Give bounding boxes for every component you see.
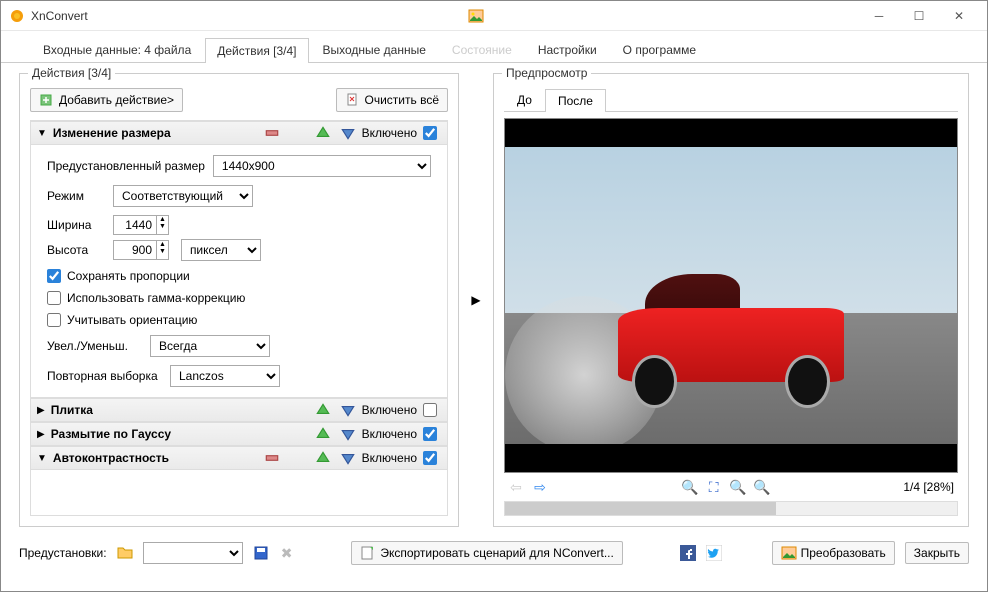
- prev-image-icon[interactable]: ⇦: [508, 479, 524, 495]
- add-icon: [39, 92, 55, 108]
- height-spinner[interactable]: ▲▼: [113, 240, 169, 260]
- preview-panel-title: Предпросмотр: [502, 66, 591, 80]
- convert-icon: [781, 545, 797, 561]
- preview-thumb-icon[interactable]: [468, 8, 484, 24]
- export-icon: [360, 545, 376, 561]
- width-spinner[interactable]: ▲▼: [113, 215, 169, 235]
- export-button[interactable]: Экспортировать сценарий для NConvert...: [351, 541, 623, 565]
- remove-action-icon[interactable]: [264, 125, 280, 141]
- resample-select[interactable]: Lanczos: [170, 365, 280, 387]
- main-tabs: Входные данные: 4 файла Действия [3/4] В…: [1, 31, 987, 63]
- height-label: Высота: [47, 243, 105, 257]
- move-up-icon[interactable]: [315, 450, 331, 466]
- clear-all-button[interactable]: Очистить всё: [336, 88, 448, 112]
- presets-select[interactable]: [143, 542, 243, 564]
- convert-button[interactable]: Преобразовать: [772, 541, 895, 565]
- unit-select[interactable]: пиксел: [181, 239, 261, 261]
- actions-list: ▼ Изменение размера Включено Предустанов…: [30, 120, 448, 516]
- mode-select[interactable]: Соответствующий: [113, 185, 253, 207]
- move-up-icon[interactable]: [315, 426, 331, 442]
- collapse-icon: ▼: [37, 128, 47, 139]
- clear-icon: [345, 92, 361, 108]
- preset-label: Предустановленный размер: [47, 159, 205, 173]
- collapse-icon: ▼: [37, 453, 47, 464]
- preview-toolbar: ⇦ ⇨ 🔍 ⛶ 🔍 🔍 1/4 [28%]: [504, 473, 958, 501]
- folder-icon[interactable]: [117, 545, 133, 561]
- twitter-icon[interactable]: [706, 545, 722, 561]
- next-image-icon[interactable]: ⇨: [532, 479, 548, 495]
- expand-icon: ▶: [37, 429, 45, 440]
- preview-panel: Предпросмотр До После ⇦ ⇨: [493, 73, 969, 527]
- zoom-in-icon[interactable]: 🔍: [682, 479, 698, 495]
- orientation-checkbox[interactable]: [47, 313, 61, 327]
- actions-panel: Действия [3/4] Добавить действие> Очисти…: [19, 73, 459, 527]
- action-gauss-header[interactable]: ▶ Размытие по Гауссу Включено: [31, 422, 447, 446]
- delete-preset-icon[interactable]: ✖: [279, 545, 295, 561]
- width-input[interactable]: [113, 215, 157, 235]
- height-input[interactable]: [113, 240, 157, 260]
- footer: Предустановки: ✖ Экспортировать сценарий…: [1, 531, 987, 575]
- gamma-checkbox[interactable]: [47, 291, 61, 305]
- tab-about[interactable]: О программе: [611, 37, 708, 62]
- resize-enabled-checkbox[interactable]: [423, 126, 437, 140]
- move-up-icon[interactable]: [315, 402, 331, 418]
- preview-image: [504, 118, 958, 473]
- move-up-icon[interactable]: [315, 125, 331, 141]
- action-resize-header[interactable]: ▼ Изменение размера Включено: [31, 121, 447, 145]
- presets-label: Предустановки:: [19, 546, 107, 560]
- autocontrast-enabled-checkbox[interactable]: [423, 451, 437, 465]
- titlebar: XnConvert ─ ☐ ✕: [1, 1, 987, 31]
- move-down-icon[interactable]: [340, 402, 356, 418]
- gamma-row[interactable]: Использовать гамма-коррекцию: [47, 291, 431, 305]
- action-resize-body: Предустановленный размер 1440x900 Режим …: [31, 145, 447, 398]
- mode-label: Режим: [47, 189, 105, 203]
- zoom-actual-icon[interactable]: 🔍: [730, 479, 746, 495]
- app-icon: [9, 8, 25, 24]
- window-title: XnConvert: [31, 9, 859, 23]
- move-down-icon[interactable]: [340, 450, 356, 466]
- tab-after[interactable]: После: [545, 89, 606, 112]
- facebook-icon[interactable]: [680, 545, 696, 561]
- preview-counter: 1/4 [28%]: [903, 480, 954, 494]
- minimize-button[interactable]: ─: [859, 2, 899, 30]
- add-action-button[interactable]: Добавить действие>: [30, 88, 183, 112]
- actions-panel-title: Действия [3/4]: [28, 66, 115, 80]
- scale-label: Увел./Уменьш.: [47, 339, 142, 353]
- tab-settings[interactable]: Настройки: [526, 37, 609, 62]
- move-down-icon[interactable]: [340, 426, 356, 442]
- gauss-enabled-checkbox[interactable]: [423, 427, 437, 441]
- expand-icon: ▶: [37, 405, 45, 416]
- tab-output[interactable]: Выходные данные: [311, 37, 438, 62]
- expand-arrow-icon[interactable]: ▶: [471, 293, 480, 307]
- scale-select[interactable]: Всегда: [150, 335, 270, 357]
- close-app-button[interactable]: Закрыть: [905, 542, 969, 564]
- zoom-fit-icon[interactable]: ⛶: [706, 479, 722, 495]
- close-button[interactable]: ✕: [939, 2, 979, 30]
- tab-input[interactable]: Входные данные: 4 файла: [31, 37, 203, 62]
- orientation-row[interactable]: Учитывать ориентацию: [47, 313, 431, 327]
- width-label: Ширина: [47, 218, 105, 232]
- preview-scrollbar[interactable]: [504, 501, 958, 516]
- move-down-icon[interactable]: [340, 125, 356, 141]
- tab-actions[interactable]: Действия [3/4]: [205, 38, 308, 63]
- resample-label: Повторная выборка: [47, 369, 162, 383]
- preset-select[interactable]: 1440x900: [213, 155, 431, 177]
- tile-enabled-checkbox[interactable]: [423, 403, 437, 417]
- save-preset-icon[interactable]: [253, 545, 269, 561]
- zoom-out-icon[interactable]: 🔍: [754, 479, 770, 495]
- keep-aspect-checkbox[interactable]: [47, 269, 61, 283]
- tab-status: Состояние: [440, 37, 524, 62]
- action-autocontrast-header[interactable]: ▼ Автоконтрастность Включено: [31, 446, 447, 470]
- preview-divider: ▶: [467, 73, 485, 527]
- action-tile-header[interactable]: ▶ Плитка Включено: [31, 398, 447, 422]
- tab-before[interactable]: До: [504, 88, 545, 111]
- keep-aspect-row[interactable]: Сохранять пропорции: [47, 269, 431, 283]
- preview-tabs: До После: [504, 88, 958, 112]
- maximize-button[interactable]: ☐: [899, 2, 939, 30]
- remove-action-icon[interactable]: [264, 450, 280, 466]
